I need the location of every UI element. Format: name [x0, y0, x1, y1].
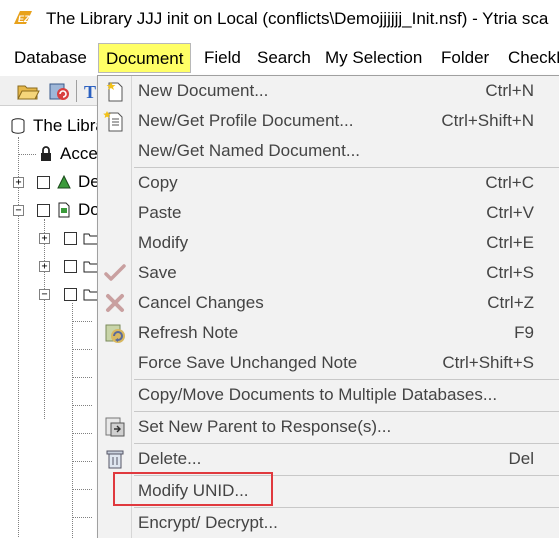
tree-spine — [44, 219, 45, 419]
tree-connector — [18, 154, 36, 155]
design-icon — [57, 174, 71, 189]
menu-item-label: New/Get Profile Document... — [138, 111, 354, 130]
refresh-icon — [105, 324, 125, 343]
svg-text:T: T — [84, 82, 96, 102]
database-tree: The Libra Acce + De − Do + + − — [0, 107, 98, 538]
menu-item-save[interactable]: Save Ctrl+S — [98, 258, 559, 288]
menu-item-label: Delete... — [138, 449, 202, 468]
tree-connector — [72, 433, 92, 434]
tree-expand-button[interactable]: + — [39, 261, 50, 272]
document-icon — [58, 202, 70, 218]
menu-item-label: Paste — [138, 203, 182, 222]
menu-item-shortcut: Ctrl+E — [486, 233, 534, 252]
tree-connector — [72, 461, 92, 462]
tree-item-design-label[interactable]: De — [78, 172, 98, 192]
tree-collapse-button[interactable]: − — [39, 289, 50, 300]
open-folder-icon[interactable] — [16, 79, 40, 103]
tree-item-checkbox[interactable] — [37, 176, 50, 189]
trash-icon — [106, 450, 124, 469]
menu-item-delete[interactable]: Delete... Del — [98, 444, 559, 474]
new-document-icon — [106, 82, 123, 102]
menu-my-selection[interactable]: My Selection — [318, 43, 429, 73]
menu-item-modify[interactable]: Modify Ctrl+E — [98, 228, 559, 258]
menu-item-label: New Document... — [138, 81, 269, 100]
tree-item-checkbox[interactable] — [64, 232, 77, 245]
menu-item-force-save[interactable]: Force Save Unchanged Note Ctrl+Shift+S — [98, 348, 559, 378]
menu-database[interactable]: Database — [7, 43, 94, 73]
menu-item-cancel-changes[interactable]: Cancel Changes Ctrl+Z — [98, 288, 559, 318]
tree-root-label[interactable]: The Libra — [33, 116, 98, 136]
lock-icon — [41, 146, 51, 161]
menu-bar: Database Document Field Search My Select… — [0, 40, 559, 76]
checkmark-icon — [104, 264, 126, 281]
menu-item-new-named-document[interactable]: New/Get Named Document... — [98, 136, 559, 166]
menu-item-label: Modify — [138, 233, 189, 252]
menu-item-encrypt-decrypt[interactable]: Encrypt/ Decrypt... — [98, 508, 559, 538]
tree-item-checkbox[interactable] — [64, 288, 77, 301]
menu-item-shortcut: Ctrl+C — [485, 173, 534, 192]
menu-item-set-new-parent[interactable]: Set New Parent to Response(s)... — [98, 412, 559, 442]
tree-connector — [72, 321, 92, 322]
refresh-database-icon[interactable] — [47, 79, 71, 103]
toolbar-separator — [76, 80, 77, 102]
tree-connector — [72, 405, 92, 406]
menu-item-shortcut: Ctrl+V — [486, 203, 534, 222]
menu-item-label: Force Save Unchanged Note — [138, 353, 358, 372]
app-logo-icon: EZ — [14, 11, 32, 24]
document-menu: New Document... Ctrl+N New/Get Profile D… — [97, 75, 559, 538]
menu-item-new-profile-document[interactable]: New/Get Profile Document... Ctrl+Shift+N — [98, 106, 559, 136]
folder-icon — [83, 261, 98, 273]
tree-spine — [18, 137, 19, 537]
menu-folder[interactable]: Folder — [434, 43, 496, 73]
toolbar: T — [0, 76, 98, 106]
menu-item-copy[interactable]: Copy Ctrl+C — [98, 168, 559, 198]
menu-item-paste[interactable]: Paste Ctrl+V — [98, 198, 559, 228]
menu-item-label: Set New Parent to Response(s)... — [138, 417, 392, 436]
menu-item-shortcut: Ctrl+S — [486, 263, 534, 282]
folder-icon — [83, 289, 98, 301]
menu-item-shortcut: F9 — [514, 323, 534, 342]
svg-text:EZ: EZ — [18, 14, 30, 24]
tree-collapse-button[interactable]: − — [13, 205, 24, 216]
tree-connector — [72, 349, 92, 350]
menu-item-new-document[interactable]: New Document... Ctrl+N — [98, 76, 559, 106]
folder-icon — [83, 233, 98, 245]
tree-expand-button[interactable]: + — [13, 177, 24, 188]
profile-document-icon — [103, 111, 123, 132]
window-title: The Library JJJ init on Local (conflicts… — [46, 9, 549, 28]
tree-connector — [72, 517, 92, 518]
tree-item-checkbox[interactable] — [64, 260, 77, 273]
menu-item-label: New/Get Named Document... — [138, 141, 361, 160]
menu-item-refresh-note[interactable]: Refresh Note F9 — [98, 318, 559, 348]
menu-item-label: Refresh Note — [138, 323, 239, 342]
menu-item-shortcut: Ctrl+N — [485, 81, 534, 100]
title-bar: EZ The Library JJJ init on Local (confli… — [0, 0, 559, 40]
menu-checkbox[interactable]: CheckB — [501, 43, 559, 73]
menu-item-shortcut: Ctrl+Shift+N — [441, 111, 534, 130]
parent-link-icon — [105, 417, 125, 437]
menu-item-shortcut: Del — [508, 449, 534, 468]
tree-connector — [72, 489, 92, 490]
tree-expand-button[interactable]: + — [39, 233, 50, 244]
cross-icon — [106, 294, 124, 312]
tree-connector — [72, 377, 92, 378]
menu-item-label: Encrypt/ Decrypt... — [138, 513, 278, 532]
menu-item-shortcut: Ctrl+Z — [487, 293, 534, 312]
menu-document[interactable]: Document — [98, 43, 192, 73]
tree-item-documents-label[interactable]: Do — [78, 200, 98, 220]
tree-item-access-label[interactable]: Acce — [60, 144, 98, 164]
menu-item-label: Cancel Changes — [138, 293, 264, 312]
menu-search[interactable]: Search — [250, 43, 318, 73]
menu-item-label: Save — [138, 263, 177, 282]
menu-item-shortcut: Ctrl+Shift+S — [442, 353, 534, 372]
tree-spine — [72, 303, 73, 538]
annotation-highlight-box — [113, 472, 273, 506]
tree-item-checkbox[interactable] — [37, 204, 50, 217]
database-icon — [11, 118, 25, 134]
menu-item-copy-move-documents[interactable]: Copy/Move Documents to Multiple Database… — [98, 380, 559, 410]
menu-field[interactable]: Field — [197, 43, 248, 73]
menu-item-label: Copy — [138, 173, 178, 192]
menu-item-label: Copy/Move Documents to Multiple Database… — [138, 385, 498, 404]
